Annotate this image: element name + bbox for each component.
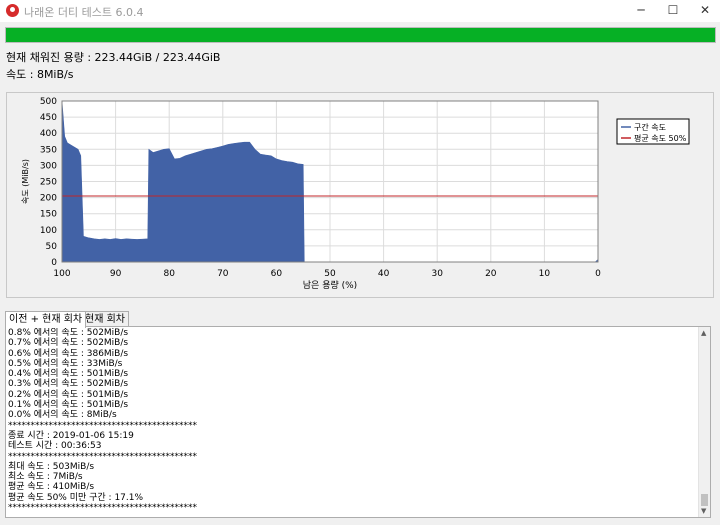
window-title: 나래온 더티 테스트 6.0.4: [24, 6, 144, 19]
log-textbox[interactable]: 0.8% 에서의 속도 : 502MiB/s 0.7% 에서의 속도 : 502M…: [5, 326, 711, 518]
y-tick-label: 100: [40, 226, 57, 236]
used-capacity-text: 현재 채워진 용량 : 223.44GiB / 223.44GiB: [6, 51, 221, 64]
log-line: 0.5% 에서의 속도 : 33MiB/s: [8, 358, 123, 369]
y-tick-label: 200: [40, 194, 57, 204]
log-line: 최소 속도 : 7MiB/s: [8, 472, 83, 483]
scroll-down-arrow-icon[interactable]: ▼: [701, 507, 706, 515]
y-tick-label: 500: [40, 97, 57, 107]
y-tick-label: 400: [40, 129, 57, 139]
close-button[interactable]: ✕: [688, 0, 720, 22]
x-tick-label: 70: [217, 269, 229, 279]
fill-progress-bar: [5, 27, 716, 43]
progress-fill: [6, 28, 715, 42]
minimize-button[interactable]: ─: [624, 0, 658, 22]
title-bar: 나래온 더티 테스트 6.0.4 ─ ☐ ✕: [0, 0, 720, 22]
x-tick-label: 0: [595, 269, 601, 279]
x-tick-label: 40: [378, 269, 390, 279]
log-line: 0.4% 에서의 속도 : 501MiB/s: [8, 369, 129, 380]
log-line: 0.6% 에서의 속도 : 386MiB/s: [8, 348, 129, 359]
y-tick-label: 250: [40, 178, 57, 188]
log-line: 0.2% 에서의 속도 : 501MiB/s: [8, 389, 129, 400]
x-tick-label: 30: [431, 269, 443, 279]
log-line: ****************************************…: [8, 420, 197, 431]
log-line: 0.0% 에서의 속도 : 8MiB/s: [8, 410, 117, 421]
log-lines: 0.8% 에서의 속도 : 502MiB/s 0.7% 에서의 속도 : 502M…: [8, 328, 698, 513]
speed-chart-panel: 100 90 80 70 60 50 40 30 20 10 0 0 50 100 150 200 250 300…: [6, 92, 714, 298]
x-tick-label: 20: [485, 269, 497, 279]
y-tick-label: 0: [51, 258, 57, 268]
y-tick-label: 50: [46, 242, 58, 252]
y-tick-label: 150: [40, 210, 57, 220]
log-line: 평균 속도 50% 미만 구간 : 17.1%: [8, 492, 144, 503]
tab-previous-and-current[interactable]: 이전 + 현재 회차: [5, 311, 87, 328]
x-tick-label: 80: [163, 269, 175, 279]
log-line: 종료 시간 : 2019-01-06 15:19: [8, 430, 134, 441]
log-line: 0.8% 에서의 속도 : 502MiB/s: [8, 328, 129, 338]
x-tick-label: 50: [324, 269, 336, 279]
current-speed-text: 속도 : 8MiB/s: [6, 68, 74, 81]
log-scrollbar[interactable]: ▲ ▼: [698, 327, 710, 517]
log-line: ****************************************…: [8, 503, 197, 514]
legend-entry: 구간 속도: [634, 122, 666, 132]
x-tick-label: 100: [53, 269, 70, 279]
scroll-up-arrow-icon[interactable]: ▲: [701, 329, 706, 337]
x-axis-label: 남은 용량 (%): [303, 279, 357, 291]
x-tick-label: 90: [110, 269, 122, 279]
log-line: 테스트 시간 : 00:36:53: [8, 441, 102, 452]
scroll-thumb[interactable]: [701, 494, 708, 506]
speed-chart: 100 90 80 70 60 50 40 30 20 10 0050100150200250300…: [21, 97, 690, 291]
x-tick-label: 10: [539, 269, 551, 279]
legend-entry: 평균 속도 50%: [634, 133, 687, 143]
app-logo-icon: [6, 4, 19, 17]
log-line: ****************************************…: [8, 451, 197, 462]
y-tick-label: 450: [40, 113, 57, 123]
maximize-button[interactable]: ☐: [656, 0, 690, 22]
y-axis-label: 속도 (MiB/s): [21, 159, 30, 204]
log-line: 0.1% 에서의 속도 : 501MiB/s: [8, 400, 129, 411]
x-tick-label: 60: [271, 269, 283, 279]
log-line: 0.3% 에서의 속도 : 502MiB/s: [8, 379, 129, 390]
log-line: 최대 속도 : 503MiB/s: [8, 461, 95, 472]
log-line: 0.7% 에서의 속도 : 502MiB/s: [8, 338, 129, 349]
log-line: 평균 속도 : 410MiB/s: [8, 482, 95, 493]
y-tick-label: 350: [40, 145, 57, 155]
y-tick-label: 300: [40, 161, 57, 171]
tab-current[interactable]: 현재 회차: [81, 311, 129, 327]
